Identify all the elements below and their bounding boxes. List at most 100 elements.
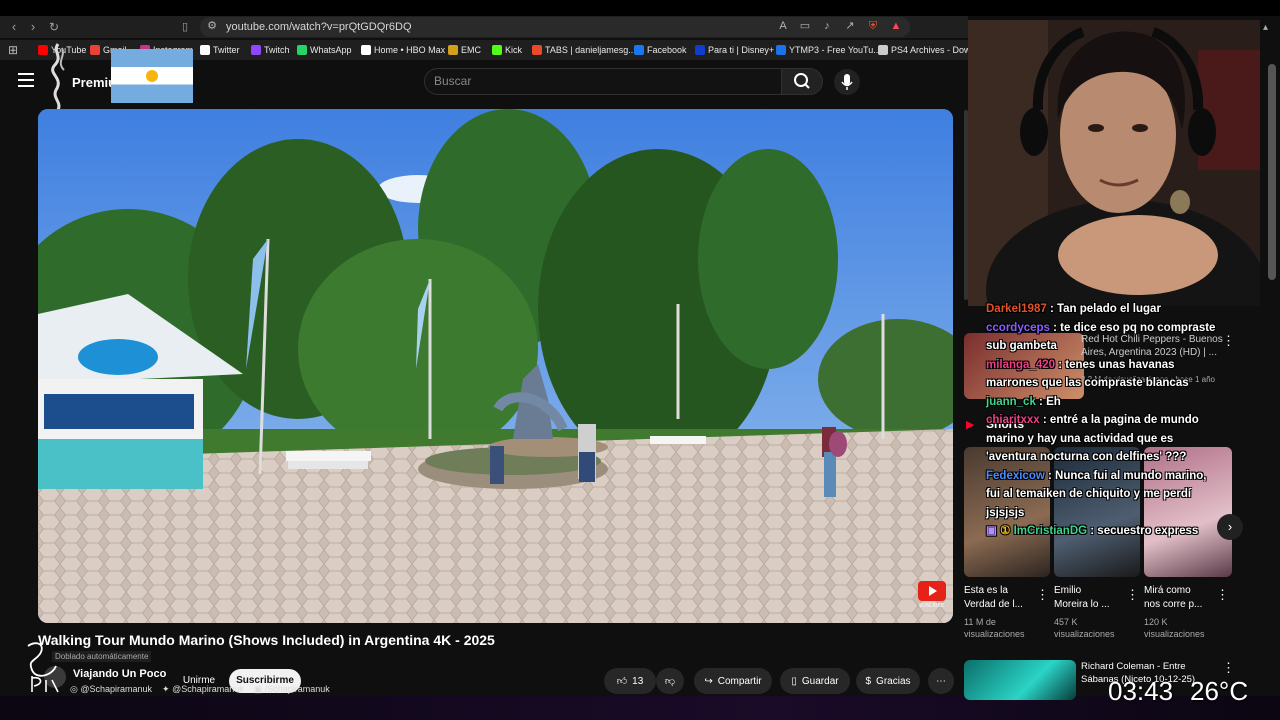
share-label: Compartir [717, 675, 762, 687]
media-icon[interactable]: ♪ [820, 19, 834, 33]
subscribe-watermark-icon[interactable]: SUSCRIBE [918, 581, 946, 609]
short-1-views-line2: visualizaciones [964, 629, 1025, 639]
bookmark-x[interactable]: Twitter [200, 43, 240, 57]
short-3-title-line1[interactable]: Mirá como [1144, 584, 1191, 597]
shorts-next-button[interactable]: › [1217, 514, 1243, 540]
short-1-options-icon[interactable]: ⋮ [1036, 588, 1049, 601]
more-icon: ⋯ [936, 675, 946, 687]
short-2-views-line2: visualizaciones [1054, 629, 1115, 639]
bookmark-tabs[interactable]: TABS | danieljamesg... [532, 43, 636, 57]
bookmark-label: EMC [461, 45, 481, 55]
reload-icon[interactable]: ↻ [45, 18, 63, 36]
url-text[interactable]: youtube.com/watch?v=prQtGDQr6DQ [226, 19, 412, 35]
gmail-icon [90, 45, 100, 55]
site-info-icon[interactable]: ⚙ [205, 19, 219, 33]
chat-username: ccordyceps [986, 321, 1050, 334]
emc-icon [448, 45, 458, 55]
bookmark-globe[interactable]: PS4 Archives - Dow... [878, 43, 978, 57]
bookmark-twitch[interactable]: Twitch [251, 43, 290, 57]
chat-message: ccordyceps : te dice eso pq no compraste… [986, 319, 1218, 356]
more-actions-button[interactable]: ⋯ [928, 668, 954, 694]
chat-username: chiaritxxx [986, 414, 1040, 426]
bookmark-hbo[interactable]: Home • HBO Max [361, 43, 445, 57]
twitch-handle: ▣ /Schapiramanuk [253, 684, 330, 694]
chevron-right-icon: › [1227, 519, 1233, 534]
bookmark-label: Twitch [264, 45, 290, 55]
short-2-title-line2[interactable]: Moreira lo ... [1054, 598, 1110, 611]
streamer-signature-icon [27, 642, 59, 693]
bookmark-label: PS4 Archives - Dow... [891, 45, 978, 55]
chat-message: Darkel1987 : Tan pelado el lugar [986, 300, 1218, 319]
short-1-title-line1[interactable]: Esta es la [964, 584, 1008, 597]
thanks-button[interactable]: $ Gracias [856, 668, 920, 694]
thanks-icon: $ [865, 675, 872, 687]
webcam-overlay [968, 20, 1260, 306]
search-input[interactable] [424, 68, 782, 95]
bookmark-label: YTMP3 - Free YouTu... [789, 45, 881, 55]
short-3-options-icon[interactable]: ⋮ [1216, 588, 1229, 601]
short-2-views-line1: 457 K [1054, 617, 1078, 627]
menu-icon[interactable] [18, 73, 34, 87]
translate-icon[interactable]: A [776, 19, 790, 33]
chat-username: milanga_420 [986, 358, 1056, 371]
bookmark-disney[interactable]: Para ti | Disney+ [695, 43, 774, 57]
svg-text:SUSCRIBE: SUSCRIBE [919, 603, 944, 609]
short-2-title-line1[interactable]: Emilio [1054, 584, 1081, 597]
search-button[interactable] [781, 68, 823, 95]
short-3-views-line1: 120 K [1144, 617, 1168, 627]
thumbs-down-icon: 👎︎ [664, 676, 676, 687]
dislike-button[interactable]: 👎︎ [656, 668, 684, 694]
scroll-up-icon[interactable]: ▴ [1263, 22, 1268, 33]
search-placeholder: Buscar [434, 74, 472, 88]
video-player[interactable]: SUSCRIBE [38, 109, 953, 623]
page-scrollbar[interactable] [1268, 64, 1276, 280]
short-3-title-line2[interactable]: nos corre p... [1144, 598, 1202, 611]
temperature: 26°C [1190, 676, 1249, 706]
save-button[interactable]: ▯ Guardar [780, 668, 850, 694]
bookmark-facebook[interactable]: Facebook [634, 43, 687, 57]
chat-username: Fedexicow [986, 469, 1045, 482]
shorts-icon: ▶ [966, 419, 975, 431]
top-strip [0, 0, 1280, 16]
share-icon[interactable]: ↗ [843, 19, 857, 33]
instagram-handle: ◎ @Schapiramanuk [70, 684, 153, 694]
short-1-title-line2[interactable]: Verdad de l... [964, 598, 1023, 611]
apps-grid-icon[interactable]: ⊞ [8, 43, 18, 57]
cast-icon[interactable]: ▭ [798, 19, 812, 33]
dubbed-badge: Doblado automáticamente [52, 651, 152, 662]
chat-text: : Tan pelado el lugar [1046, 303, 1161, 315]
song-options-icon[interactable]: ⋮ [1222, 334, 1235, 347]
short-1-views-line1: 11 M de [964, 617, 996, 627]
bookmark-label: TABS | danieljamesg... [545, 45, 636, 55]
short-2-options-icon[interactable]: ⋮ [1126, 588, 1139, 601]
bookmark-whatsapp[interactable]: WhatsApp [297, 43, 352, 57]
bookmark-kick[interactable]: Kick [492, 43, 522, 57]
share-button[interactable]: ↪ Compartir [694, 668, 772, 694]
forward-icon[interactable]: › [24, 18, 42, 36]
next-video-options-icon[interactable]: ⋮ [1222, 661, 1235, 674]
chat-message: chiaritxxx : entré a la pagina de mundo … [986, 411, 1218, 467]
bookmark-emc[interactable]: EMC [448, 43, 481, 57]
next-video-thumbnail[interactable] [964, 660, 1076, 700]
bookmark-icon[interactable]: ▯ [176, 18, 194, 36]
x-icon [200, 45, 210, 55]
bookmark-label: WhatsApp [310, 45, 352, 55]
rewards-icon[interactable]: ▲ [889, 19, 903, 33]
bookmark-ytmp3[interactable]: YTMP3 - Free YouTu... [776, 43, 881, 57]
stream-chat: Darkel1987 : Tan pelado el lugar ccordyce… [986, 300, 1218, 541]
subscriber-badge-icon: ▣ [986, 525, 1001, 537]
tabs-icon [532, 45, 542, 55]
channel-name[interactable]: Viajando Un Poco [73, 668, 166, 680]
next-video-title-line1[interactable]: Richard Coleman - Entre [1081, 660, 1186, 673]
search-icon [794, 73, 810, 89]
twitch-icon [251, 45, 261, 55]
back-icon[interactable]: ‹ [5, 18, 23, 36]
chat-username: ImCristianDG [1013, 525, 1088, 537]
like-button[interactable]: 👍︎ 13 [604, 668, 656, 694]
brave-shield-icon[interactable]: ⛨ [866, 19, 880, 33]
save-icon: ▯ [791, 675, 797, 687]
disney-icon [695, 45, 705, 55]
voice-search-button[interactable] [834, 69, 860, 95]
bookmark-label: Twitter [213, 45, 240, 55]
chat-message: juann_ck : Eh [986, 393, 1218, 412]
